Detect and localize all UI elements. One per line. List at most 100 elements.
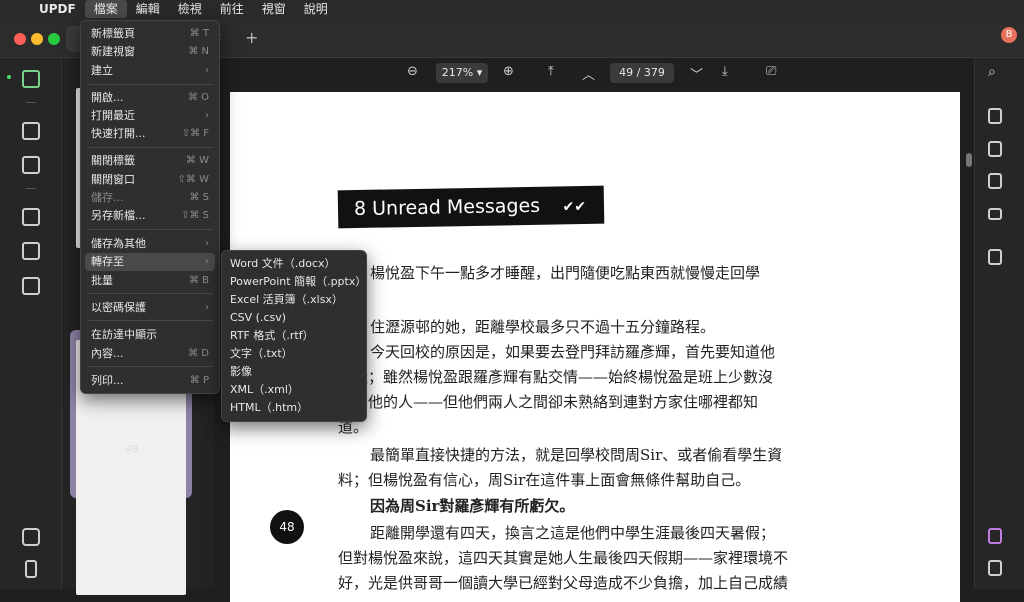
menu-item-label: 打開最近 <box>91 109 135 122</box>
close-window-button[interactable] <box>14 33 26 45</box>
export-image[interactable]: 影像 <box>230 363 362 381</box>
menu-item-label: 內容... <box>91 347 124 360</box>
search-icon[interactable]: ⌕ <box>988 64 996 80</box>
reader-icon[interactable] <box>22 70 40 88</box>
chat-icon[interactable] <box>988 560 1002 576</box>
menu-item-new-tab[interactable]: 新標籤頁 ⌘ T <box>85 25 215 43</box>
menu-item-open-recent[interactable]: 打開最近 › <box>85 107 215 125</box>
menu-item-shortcut: ⌘ P <box>189 375 209 386</box>
organize-pages-icon[interactable] <box>22 208 40 226</box>
menu-item-save: 儲存... ⌘ S <box>85 189 215 207</box>
zoom-window-button[interactable] <box>48 33 60 45</box>
minimize-window-button[interactable] <box>31 33 43 45</box>
menu-item-close-tab[interactable]: 關閉標籤 ⌘ W <box>85 152 215 170</box>
export-word[interactable]: Word 文件（.docx） <box>230 255 362 273</box>
zoom-out-icon[interactable]: ⊖ <box>407 64 418 79</box>
next-page-icon[interactable]: ﹀ <box>690 64 703 83</box>
menu-item-shortcut: ⌘ S <box>189 192 209 203</box>
menu-item-close-window[interactable]: 關閉窗口 ⇧⌘ W <box>85 171 215 189</box>
edit-icon[interactable] <box>22 156 40 174</box>
export-text[interactable]: 文字（.txt） <box>230 345 362 363</box>
menu-go[interactable]: 前往 <box>211 0 253 18</box>
paragraph-line: 料；但楊悅盈有信心，周Sir在這件事上面會無條件幫助自己。 <box>338 471 751 489</box>
menu-item-properties[interactable]: 內容... ⌘ D <box>85 345 215 363</box>
menu-item-shortcut: ⌘ O <box>187 92 209 103</box>
ocr-icon[interactable] <box>988 108 1002 124</box>
paragraph-line: 楊悅盈下午一點多才睡醒，出門隨便吃點東西就慢慢走回學 <box>370 264 761 282</box>
avatar[interactable]: B <box>1001 27 1017 43</box>
menu-app-name[interactable]: UPDF <box>30 0 85 18</box>
crop-icon[interactable] <box>22 242 40 260</box>
export-rtf[interactable]: RTF 格式（.rtf） <box>230 327 362 345</box>
mail-icon[interactable] <box>988 208 1002 220</box>
menu-item-label: 快速打開... <box>91 127 146 140</box>
redact-icon[interactable] <box>22 277 40 295</box>
protect-icon[interactable] <box>988 141 1002 157</box>
paragraph-line: 住瀝源邨的她，距離學校最多只不過十五分鐘路程。 <box>370 318 716 336</box>
menu-item-label: 以密碼保護 <box>91 301 146 314</box>
thumbnail-page-number: 49 <box>125 444 139 455</box>
menu-item-save-as-other[interactable]: 儲存為其他 › <box>85 235 215 253</box>
export-html[interactable]: HTML（.htm） <box>230 399 362 417</box>
menu-item-shortcut: ⇧⌘ S <box>181 210 209 221</box>
menu-item-batch[interactable]: 批量 ⌘ B <box>85 272 215 290</box>
menu-item-save-as[interactable]: 另存新檔... ⇧⌘ S <box>85 207 215 225</box>
menu-item-protect-password[interactable]: 以密碼保護 › <box>85 299 215 317</box>
menu-item-label: 在訪達中顯示 <box>91 328 157 341</box>
menu-window[interactable]: 視窗 <box>253 0 295 18</box>
presentation-icon[interactable]: ⎚ <box>766 64 776 79</box>
page-separator: / <box>636 66 641 79</box>
page-current[interactable]: 49 <box>619 66 633 79</box>
ai-assistant-icon[interactable] <box>988 528 1002 544</box>
chevron-right-icon: › <box>205 238 209 249</box>
paragraph-line: 距離開學還有四天，換言之這是他們中學生涯最後四天暑假； <box>370 524 776 542</box>
menu-item-show-in-finder[interactable]: 在訪達中顯示 <box>85 326 215 344</box>
menu-item-shortcut: ⌘ T <box>189 28 209 39</box>
chapter-title: 8 Unread Messages <box>353 194 541 221</box>
export-xml[interactable]: XML（.xml） <box>230 381 362 399</box>
menu-item-label: 列印... <box>91 374 124 387</box>
zoom-in-icon[interactable]: ⊕ <box>503 64 514 79</box>
add-tab-icon[interactable]: + <box>245 28 258 47</box>
page-thumbnail[interactable] <box>76 470 186 595</box>
first-page-icon[interactable]: ⤒ <box>548 64 554 79</box>
menu-item-new-window[interactable]: 新建視窗 ⌘ N <box>85 43 215 61</box>
save-icon[interactable] <box>988 249 1002 265</box>
prev-page-icon[interactable]: ︿ <box>582 64 595 83</box>
menu-separator <box>89 320 213 321</box>
last-page-icon[interactable]: ⤓ <box>722 64 728 79</box>
export-powerpoint[interactable]: PowerPoint 簡報（.pptx） <box>230 273 366 291</box>
menu-item-quick-open[interactable]: 快速打開... ⇧⌘ F <box>85 125 215 143</box>
right-toolbar: ⌕ <box>974 58 1024 589</box>
menu-help[interactable]: 說明 <box>295 0 337 18</box>
export-csv[interactable]: CSV (.csv) <box>230 309 362 327</box>
menu-item-export[interactable]: 轉存至 › <box>85 253 215 271</box>
paragraph-line: 但對楊悅盈來說，這四天其實是她人生最後四天假期——家裡環境不 <box>338 549 789 567</box>
menu-bar: UPDF 檔案 編輯 檢視 前往 視窗 說明 <box>0 0 1024 18</box>
menu-item-shortcut: ⌘ W <box>185 155 209 166</box>
menu-separator <box>89 293 213 294</box>
layers-icon[interactable] <box>22 528 40 546</box>
menu-item-print[interactable]: 列印... ⌘ P <box>85 372 215 390</box>
share-icon[interactable] <box>988 173 1002 189</box>
page-indicator[interactable]: 49 / 379 <box>610 63 674 83</box>
document-scrollbar-thumb[interactable] <box>966 153 972 167</box>
menu-item-open[interactable]: 開啟... ⌘ O <box>85 89 215 107</box>
chapter-banner: 8 Unread Messages ✔✔ <box>337 185 605 229</box>
export-excel[interactable]: Excel 活頁簿（.xlsx） <box>230 291 362 309</box>
menu-item-shortcut: ⌘ N <box>188 46 209 57</box>
chevron-right-icon: › <box>205 256 209 267</box>
zoom-select[interactable]: 217% ▾ <box>436 63 488 83</box>
menu-item-shortcut: ⌘ D <box>188 348 209 359</box>
zoom-value: 217% <box>441 66 474 79</box>
chevron-right-icon: › <box>205 302 209 313</box>
divider <box>26 102 36 103</box>
comment-icon[interactable] <box>22 122 40 140</box>
bookmark-icon[interactable] <box>25 560 37 578</box>
menu-item-create[interactable]: 建立 › <box>85 62 215 80</box>
menu-item-shortcut: ⌘ B <box>188 275 209 286</box>
menu-edit[interactable]: 編輯 <box>127 0 169 18</box>
paragraph-line: 地址；雖然楊悅盈跟羅彥輝有點交情——始終楊悅盈是班上少數沒 <box>338 368 774 386</box>
menu-file[interactable]: 檔案 <box>84 0 127 18</box>
menu-view[interactable]: 檢視 <box>169 0 211 18</box>
